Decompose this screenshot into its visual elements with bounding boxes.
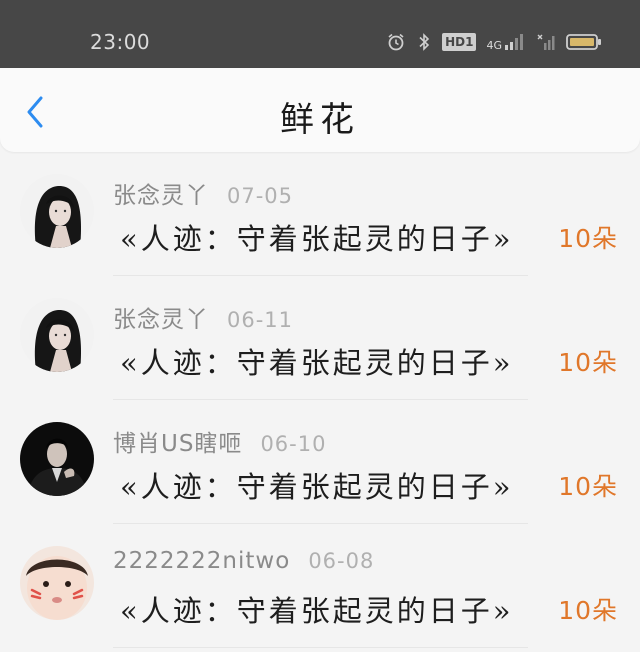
flower-count: 10朵 — [558, 348, 618, 377]
username[interactable]: 博肖US瞎咂 — [113, 424, 242, 458]
flower-count: 10朵 — [558, 224, 618, 253]
username[interactable]: 2222222nitwo — [113, 548, 290, 574]
avatar[interactable] — [20, 546, 94, 620]
battery-icon — [566, 33, 602, 51]
alarm-icon — [386, 32, 406, 52]
hd-icon: HD1 — [442, 33, 477, 51]
work-title[interactable]: «人迹：守着张起灵的日子» — [120, 588, 514, 630]
avatar[interactable] — [20, 422, 94, 496]
status-bar: 23:00 HD1 4G — [0, 0, 640, 68]
work-title[interactable]: «人迹：守着张起灵的日子» — [120, 464, 514, 506]
signal-secondary-icon — [536, 33, 556, 51]
work-title[interactable]: «人迹：守着张起灵的日子» — [120, 340, 514, 382]
page-title: 鲜花 — [280, 100, 360, 140]
avatar[interactable] — [20, 298, 94, 372]
work-title[interactable]: «人迹：守着张起灵的日子» — [120, 216, 514, 258]
date: 06-08 — [308, 549, 375, 573]
signal-icon: 4G — [486, 33, 526, 51]
date: 06-10 — [260, 432, 327, 456]
flower-count: 10朵 — [558, 472, 618, 501]
list-item[interactable]: 2222222nitwo 06-08 «人迹：守着张起灵的日子» 10朵 — [0, 524, 640, 648]
date: 07-05 — [227, 184, 294, 208]
flower-count: 10朵 — [558, 596, 618, 625]
avatar[interactable] — [20, 174, 94, 248]
list-item[interactable]: 张念灵丫 06-11 «人迹：守着张起灵的日子» 10朵 — [0, 276, 640, 400]
network-type-label: 4G — [486, 39, 502, 52]
item-meta: 张念灵丫 07-05 — [113, 176, 293, 210]
list-item[interactable]: 张念灵丫 07-05 «人迹：守着张起灵的日子» 10朵 — [0, 152, 640, 276]
bluetooth-icon — [416, 32, 432, 52]
nav-bar: 鲜花 — [0, 68, 640, 152]
list-item[interactable]: 博肖US瞎咂 06-10 «人迹：守着张起灵的日子» 10朵 — [0, 400, 640, 524]
divider — [113, 647, 528, 648]
status-icons: HD1 4G — [386, 30, 602, 54]
date: 06-11 — [227, 308, 294, 332]
username[interactable]: 张念灵丫 — [113, 176, 209, 210]
item-meta: 博肖US瞎咂 06-10 — [113, 424, 326, 458]
username[interactable]: 张念灵丫 — [113, 300, 209, 334]
flower-list: 张念灵丫 07-05 «人迹：守着张起灵的日子» 10朵 张念灵丫 06-11 … — [0, 152, 640, 648]
status-time: 23:00 — [90, 30, 151, 54]
item-meta: 2222222nitwo 06-08 — [113, 548, 374, 574]
item-meta: 张念灵丫 06-11 — [113, 300, 293, 334]
